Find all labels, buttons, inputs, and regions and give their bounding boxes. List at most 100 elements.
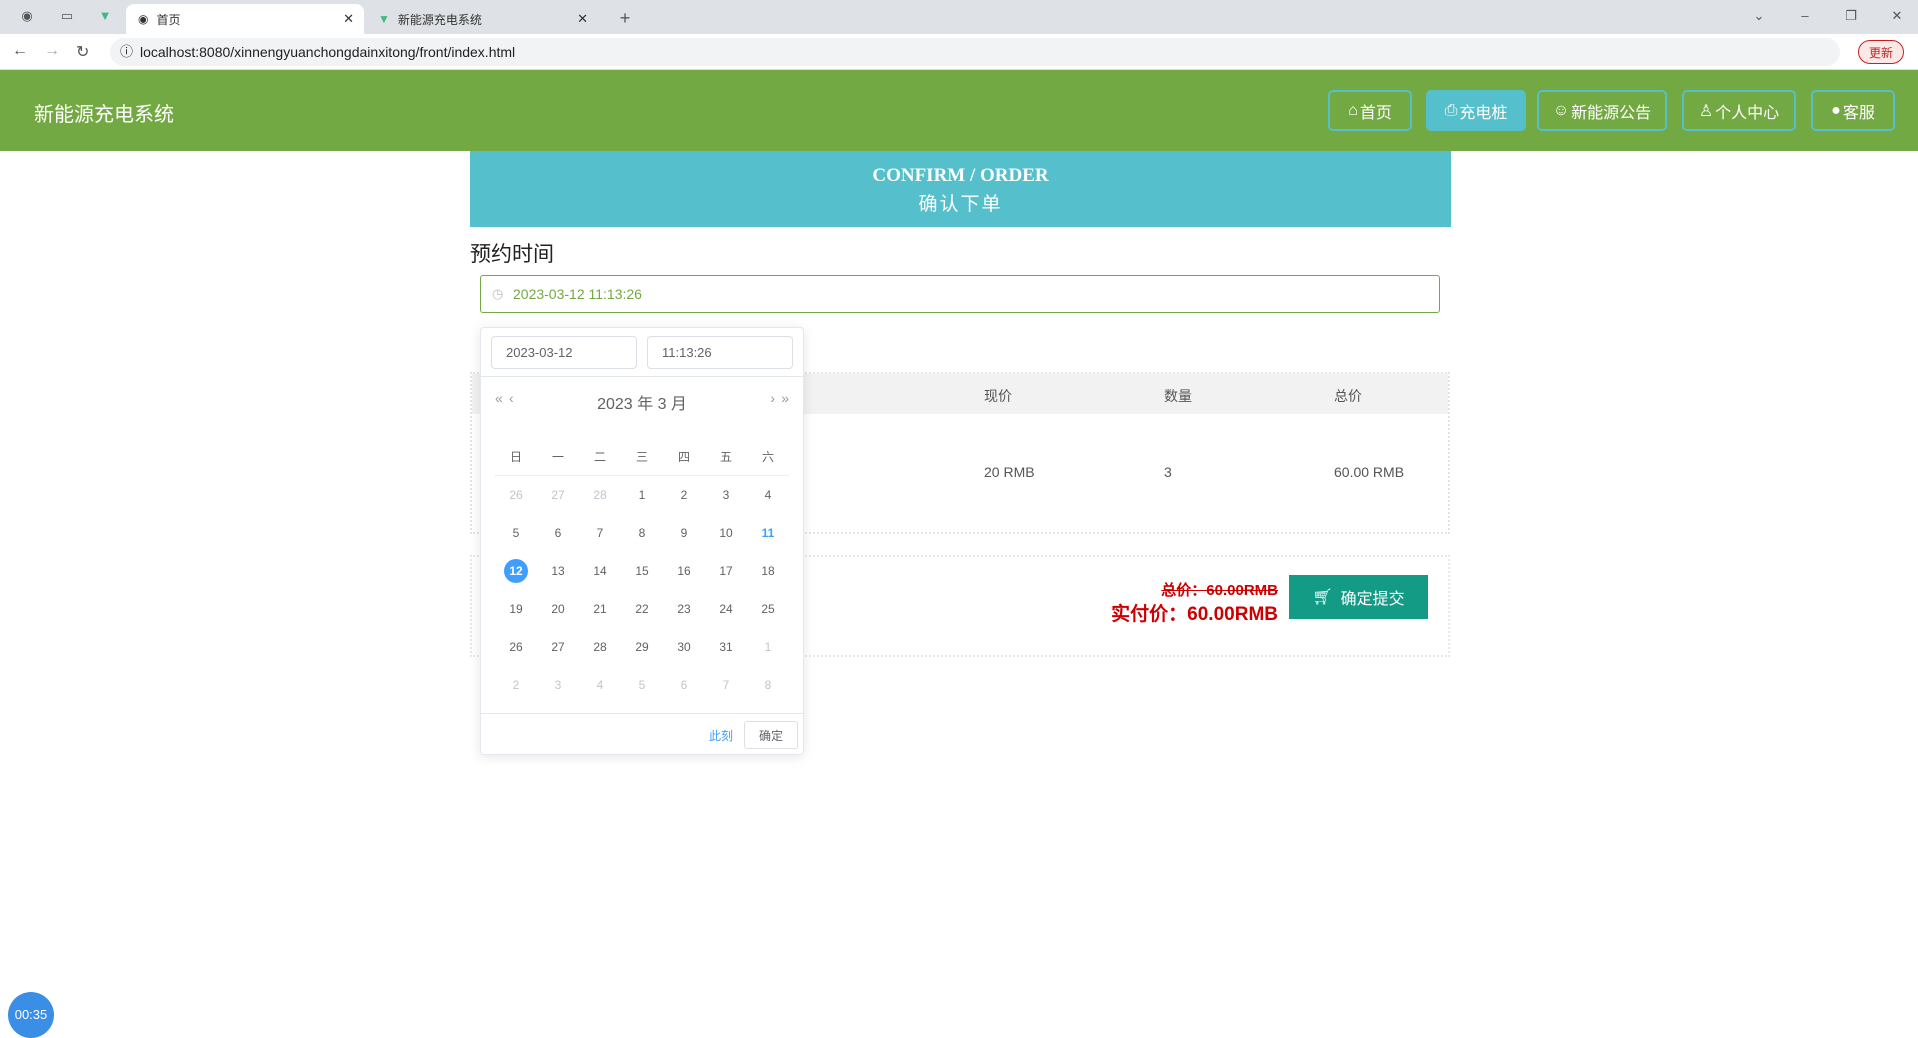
minimize-icon[interactable]: – (1796, 8, 1814, 26)
url-input[interactable]: ⓘ localhost:8080/xinnengyuanchongdainxit… (110, 38, 1840, 66)
calendar-day[interactable]: 2 (663, 488, 705, 502)
reservation-time-input[interactable]: ◷ 2023-03-12 11:13:26 (480, 275, 1440, 313)
calendar-week: 26 27 28 29 30 31 1 (495, 628, 789, 666)
close-window-icon[interactable]: ✕ (1888, 8, 1906, 26)
calendar-day[interactable]: 27 (537, 640, 579, 654)
weekday: 一 (551, 450, 564, 464)
calendar-day[interactable]: 19 (495, 602, 537, 616)
calendar-day[interactable]: 6 (663, 678, 705, 692)
reload-icon[interactable]: ↻ (76, 42, 89, 62)
chevron-down-icon[interactable]: ⌄ (1750, 8, 1768, 26)
calendar-day[interactable]: 27 (537, 488, 579, 502)
confirm-button[interactable]: 确定 (744, 721, 798, 749)
nav-announcements[interactable]: ☺ 新能源公告 (1537, 90, 1667, 131)
calendar-day[interactable]: 26 (495, 488, 537, 502)
weekday: 四 (677, 450, 690, 464)
calendar-day[interactable]: 8 (621, 526, 663, 540)
next-year-icon[interactable]: » (781, 390, 789, 406)
calendar-day[interactable]: 20 (537, 602, 579, 616)
calendar-day[interactable]: 1 (621, 488, 663, 502)
calendar-day[interactable]: 7 (579, 526, 621, 540)
browser-tabbar: ◉ ▭ ▼ ◉ 首页 ✕ ▼ 新能源充电系统 ✕ + ⌄ – ❐ ✕ (0, 0, 1918, 34)
calendar-day[interactable]: 7 (705, 678, 747, 692)
new-tab-icon[interactable]: + (616, 8, 634, 28)
col-price: 现价 (984, 388, 1012, 404)
nav-customer-service[interactable]: ● 客服 (1811, 90, 1895, 131)
calendar-day[interactable]: 10 (705, 526, 747, 540)
col-quantity: 数量 (1164, 388, 1192, 404)
calendar-day[interactable]: 16 (663, 564, 705, 578)
calendar-day[interactable]: 26 (495, 640, 537, 654)
globe-icon: ◉ (138, 12, 149, 26)
calendar-day[interactable]: 29 (621, 640, 663, 654)
timer-badge[interactable]: 00:35 (8, 992, 54, 1038)
forward-icon[interactable]: → (44, 42, 60, 60)
calendar-day[interactable]: 3 (537, 678, 579, 692)
weekday: 日 (509, 450, 522, 464)
vue-icon[interactable]: ▼ (96, 8, 114, 26)
reservation-time-value: 2023-03-12 11:13:26 (513, 286, 642, 302)
calendar-day[interactable]: 21 (579, 602, 621, 616)
calendar-day[interactable]: 18 (747, 564, 789, 578)
tab-system[interactable]: ▼ 新能源充电系统 ✕ (366, 4, 598, 34)
calendar-day[interactable]: 25 (747, 602, 789, 616)
cart-icon: 🛒︎ (1312, 589, 1333, 606)
calendar-day[interactable]: 30 (663, 640, 705, 654)
calendar-day[interactable]: 24 (705, 602, 747, 616)
calendar-day[interactable]: 3 (705, 488, 747, 502)
restore-icon[interactable]: ❐ (1842, 8, 1860, 26)
banner-title-en: CONFIRM / ORDER (872, 165, 1049, 186)
calendar-day[interactable]: 15 (621, 564, 663, 578)
back-icon[interactable]: ← (12, 42, 28, 60)
banner-title-cn: 确认下单 (918, 194, 1003, 215)
info-icon: ⓘ (120, 44, 134, 59)
submit-label: 确定提交 (1340, 591, 1405, 608)
original-total: 总价：60.00RMB (1161, 582, 1278, 599)
nav-home[interactable]: ⌂ 首页 (1328, 90, 1412, 131)
calendar-day[interactable]: 4 (747, 488, 789, 502)
nav-personal-center[interactable]: ♙ 个人中心 (1682, 90, 1796, 131)
calendar-day[interactable]: 31 (705, 640, 747, 654)
weekday: 二 (593, 450, 606, 464)
globe-icon[interactable]: ◉ (18, 8, 36, 26)
calendar-week: 2345678 (495, 666, 789, 704)
close-icon[interactable]: ✕ (577, 11, 588, 27)
calendar-day[interactable]: 5 (621, 678, 663, 692)
update-button[interactable]: 更新 (1857, 40, 1904, 64)
calendar-day[interactable]: 28 (579, 640, 621, 654)
calendar-day[interactable]: 12 (495, 559, 537, 583)
calendar-day[interactable]: 13 (537, 564, 579, 578)
now-button[interactable]: 此刻 (709, 727, 733, 744)
cell-total: 60.00 RMB (1334, 464, 1405, 480)
tab-label: 首页 (156, 12, 181, 27)
calendar-day[interactable]: 4 (579, 678, 621, 692)
calendar-day[interactable]: 17 (705, 564, 747, 578)
weekday: 六 (761, 450, 774, 464)
calendar-day[interactable]: 22 (621, 602, 663, 616)
picker-date-input[interactable]: 2023-03-12 (491, 336, 637, 369)
cell-quantity: 3 (1164, 464, 1172, 480)
weekday: 三 (635, 450, 648, 464)
nav-charging-pile[interactable]: ⎙ 充电桩 (1426, 90, 1526, 131)
page-icon[interactable]: ▭ (58, 8, 76, 26)
calendar-day[interactable]: 28 (579, 488, 621, 502)
next-month-icon[interactable]: › (770, 390, 775, 406)
picker-month-title: 2023 年 3 月 (597, 396, 687, 413)
calendar-day[interactable]: 23 (663, 602, 705, 616)
calendar-day[interactable]: 2 (495, 678, 537, 692)
close-icon[interactable]: ✕ (343, 11, 354, 27)
calendar-day[interactable]: 5 (495, 526, 537, 540)
home-icon: ⌂ (1348, 101, 1358, 119)
selected-day: 12 (504, 559, 528, 583)
calendar-day[interactable]: 14 (579, 564, 621, 578)
calendar-day[interactable]: 1 (747, 640, 789, 654)
col-total: 总价 (1334, 388, 1362, 404)
calendar-day[interactable]: 6 (537, 526, 579, 540)
palette-icon: ☺ (1552, 101, 1570, 119)
submit-order-button[interactable]: 🛒︎ 确定提交 (1289, 575, 1428, 619)
calendar-day[interactable]: 8 (747, 678, 789, 692)
tab-home[interactable]: ◉ 首页 ✕ (126, 4, 364, 34)
picker-time-input[interactable]: 11:13:26 (647, 336, 793, 369)
calendar-day[interactable]: 9 (663, 526, 705, 540)
calendar-day[interactable]: 11 (747, 526, 789, 540)
